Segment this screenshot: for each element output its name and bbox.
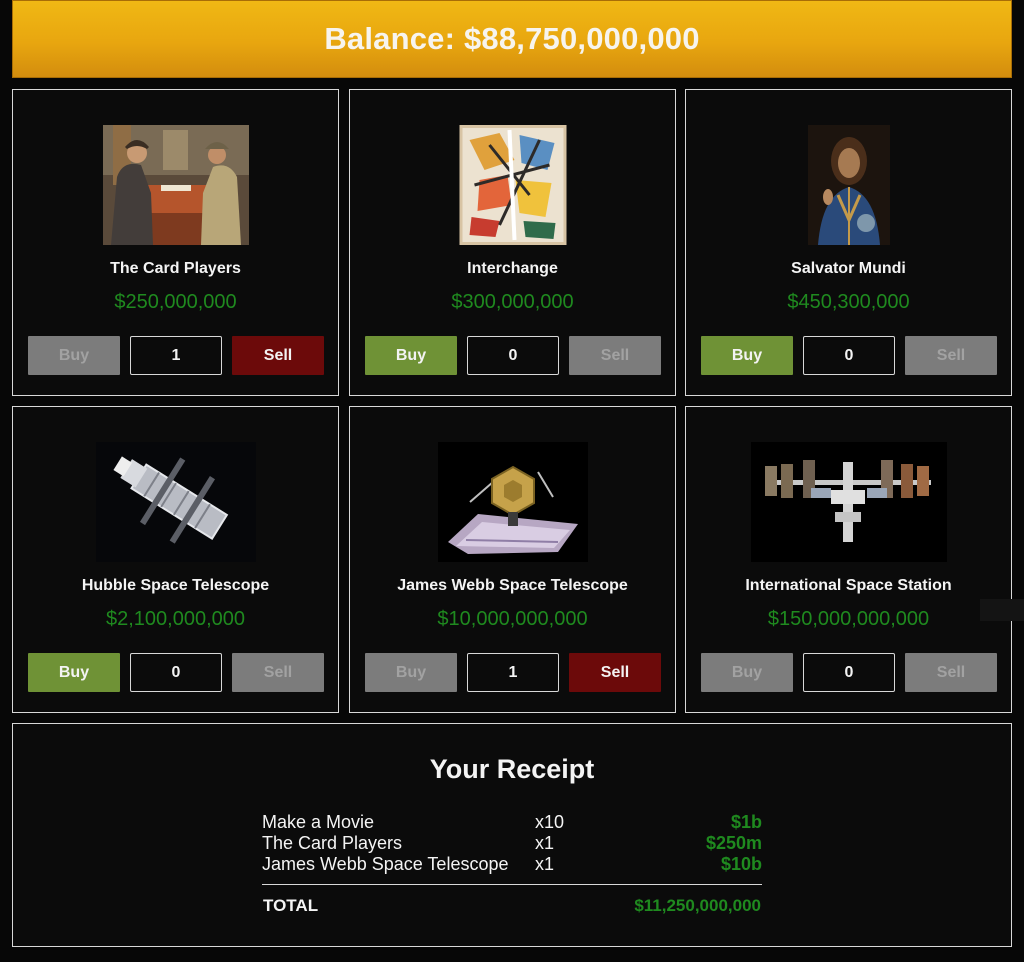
total-amount: $11,250,000,000 bbox=[634, 896, 761, 915]
trade-controls: Buy 1 Sell bbox=[365, 653, 661, 692]
product-card-hubble: Hubble Space Telescope $2,100,000,000 Bu… bbox=[12, 406, 339, 713]
receipt-item-qty: x1 bbox=[535, 854, 555, 874]
buy-button[interactable]: Buy bbox=[28, 336, 120, 375]
product-card-card-players: The Card Players $250,000,000 Buy 1 Sell bbox=[12, 89, 339, 396]
product-card-jwst: James Webb Space Telescope $10,000,000,0… bbox=[349, 406, 676, 713]
trade-controls: Buy 0 Sell bbox=[701, 653, 997, 692]
receipt-item-qty: x10 bbox=[535, 812, 565, 832]
buy-button[interactable]: Buy bbox=[701, 336, 793, 375]
receipt-divider bbox=[262, 884, 762, 885]
product-card-salvator-mundi: Salvator Mundi $450,300,000 Buy 0 Sell bbox=[685, 89, 1012, 396]
product-price: $150,000,000,000 bbox=[767, 608, 930, 630]
product-price: $300,000,000 bbox=[451, 291, 574, 313]
buy-button[interactable]: Buy bbox=[28, 653, 120, 692]
product-price: $250,000,000 bbox=[114, 291, 237, 313]
receipt-panel: Your Receipt Make a Movie x10 $1b The Ca… bbox=[12, 723, 1012, 947]
quantity-display: 0 bbox=[803, 653, 895, 692]
product-name: James Webb Space Telescope bbox=[397, 577, 628, 594]
hubble-telescope-photo bbox=[95, 442, 256, 562]
sell-button[interactable]: Sell bbox=[569, 653, 661, 692]
product-price: $10,000,000,000 bbox=[437, 608, 588, 630]
sell-button[interactable]: Sell bbox=[905, 653, 997, 692]
sell-button[interactable]: Sell bbox=[232, 336, 324, 375]
balance-text: Balance: $88,750,000,000 bbox=[324, 21, 700, 56]
quantity-display: 0 bbox=[130, 653, 222, 692]
quantity-display: 1 bbox=[130, 336, 222, 375]
buy-button[interactable]: Buy bbox=[701, 653, 793, 692]
receipt-item-amount: $1b bbox=[730, 812, 762, 832]
product-name: Salvator Mundi bbox=[791, 260, 906, 277]
buy-button[interactable]: Buy bbox=[365, 336, 457, 375]
total-label: TOTAL bbox=[263, 896, 319, 915]
jwst-photo bbox=[437, 442, 588, 562]
salvator-mundi-painting bbox=[807, 125, 890, 245]
receipt-item-name: The Card Players bbox=[262, 833, 403, 853]
trade-controls: Buy 0 Sell bbox=[28, 653, 324, 692]
buy-button[interactable]: Buy bbox=[365, 653, 457, 692]
receipt-item-amount: $250m bbox=[705, 833, 762, 853]
receipt-row: James Webb Space Telescope x1 $10b bbox=[262, 854, 762, 875]
sell-button[interactable]: Sell bbox=[232, 653, 324, 692]
receipt-item-amount: $10b bbox=[720, 854, 762, 874]
scroll-shadow bbox=[980, 599, 1024, 621]
balance-bar: Balance: $88,750,000,000 bbox=[12, 0, 1012, 78]
product-card-interchange: Interchange $300,000,000 Buy 0 Sell bbox=[349, 89, 676, 396]
product-price: $450,300,000 bbox=[787, 291, 910, 313]
product-name: The Card Players bbox=[110, 260, 241, 277]
trade-controls: Buy 0 Sell bbox=[365, 336, 661, 375]
quantity-display: 0 bbox=[803, 336, 895, 375]
quantity-display: 0 bbox=[467, 336, 559, 375]
iss-photo bbox=[750, 442, 947, 562]
receipt-row: The Card Players x1 $250m bbox=[262, 833, 762, 854]
trade-controls: Buy 0 Sell bbox=[701, 336, 997, 375]
receipt-item-name: James Webb Space Telescope bbox=[262, 854, 509, 874]
product-name: Hubble Space Telescope bbox=[81, 577, 270, 594]
card-players-painting bbox=[102, 125, 249, 245]
product-name: Interchange bbox=[467, 260, 558, 277]
sell-button[interactable]: Sell bbox=[569, 336, 661, 375]
product-card-iss: International Space Station $150,000,000… bbox=[685, 406, 1012, 713]
interchange-painting bbox=[459, 125, 566, 245]
sell-button[interactable]: Sell bbox=[905, 336, 997, 375]
quantity-display: 1 bbox=[467, 653, 559, 692]
product-price: $2,100,000,000 bbox=[105, 608, 246, 630]
receipt-item-name: Make a Movie bbox=[262, 812, 375, 832]
receipt-item-qty: x1 bbox=[535, 833, 555, 853]
receipt-row: Make a Movie x10 $1b bbox=[262, 812, 762, 833]
product-name: International Space Station bbox=[745, 577, 952, 594]
receipt-title: Your Receipt bbox=[429, 754, 595, 784]
receipt-items: Make a Movie x10 $1b The Card Players x1… bbox=[262, 812, 762, 875]
trade-controls: Buy 1 Sell bbox=[28, 336, 324, 375]
